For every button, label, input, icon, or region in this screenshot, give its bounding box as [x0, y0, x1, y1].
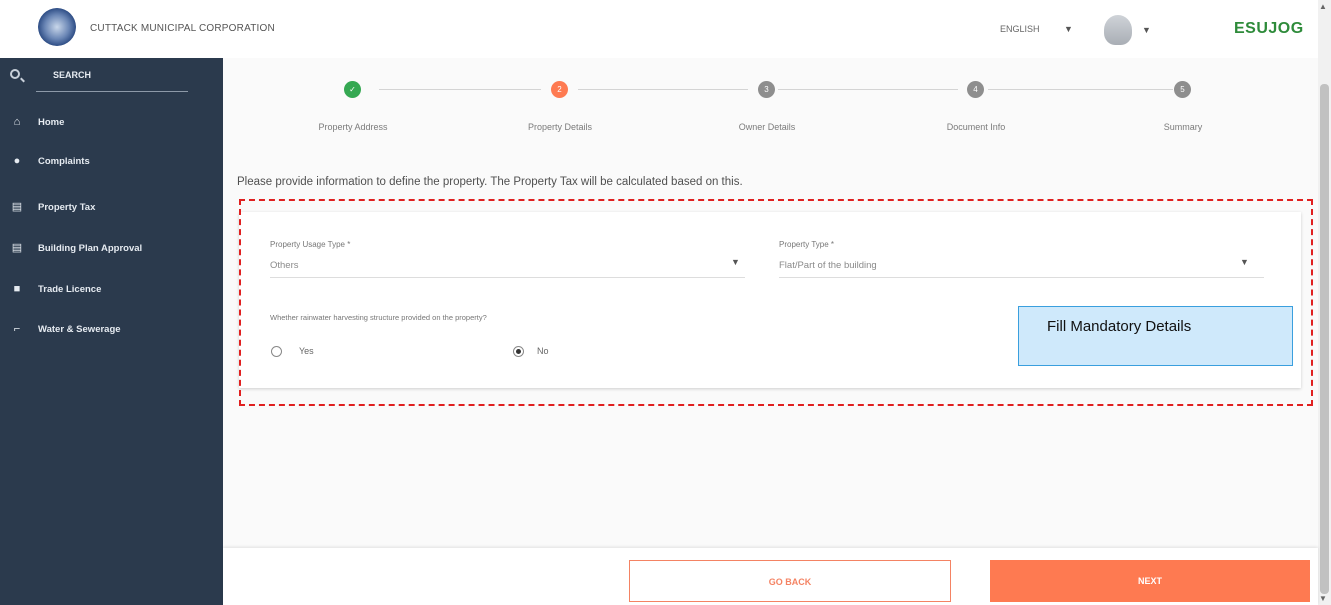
- sidebar-item-building-plan-approval[interactable]: ▤ Building Plan Approval: [0, 234, 223, 262]
- sidebar-item-label: Water & Sewerage: [38, 323, 121, 335]
- document-icon: ▤: [11, 242, 23, 254]
- home-icon: ⌂: [13, 116, 21, 128]
- sidebar-item-property-tax[interactable]: ▤ Property Tax: [0, 193, 223, 221]
- step-indicator: 3: [758, 81, 775, 98]
- sidebar-item-label: Complaints: [38, 155, 90, 167]
- language-selector[interactable]: ENGLISH: [1000, 24, 1040, 34]
- sidebar-item-trade-licence[interactable]: ■ Trade Licence: [0, 275, 223, 303]
- callout-text: Fill Mandatory Details: [1047, 318, 1192, 335]
- main-content: ✓ 2 3 4 5 Property Address Property Deta…: [223, 58, 1318, 605]
- step-connector: [578, 89, 748, 90]
- step-connector: [379, 89, 541, 90]
- scroll-down-arrow-icon[interactable]: ▼: [1319, 594, 1327, 603]
- step-completed-check-icon: ✓: [344, 81, 361, 98]
- next-button[interactable]: NEXT: [990, 560, 1310, 602]
- step-connector: [988, 89, 1173, 90]
- sidebar-item-water-sewerage[interactable]: ⌐ Water & Sewerage: [0, 315, 223, 343]
- search-underline: [36, 91, 188, 92]
- form-instruction: Please provide information to define the…: [237, 176, 743, 188]
- sidebar-item-label: Building Plan Approval: [38, 242, 143, 254]
- search-icon: [10, 69, 20, 79]
- sidebar: SEARCH ⌂ Home ● Complaints ▤ Property Ta…: [0, 58, 223, 605]
- step-label: Property Address: [318, 122, 388, 132]
- footer-actions: GO BACK NEXT: [223, 548, 1318, 605]
- step-connector: [778, 89, 958, 90]
- step-indicator: 4: [967, 81, 984, 98]
- search-label: SEARCH: [53, 70, 92, 80]
- step-label: Property Details: [527, 122, 593, 132]
- step-indicator-active: 2: [551, 81, 568, 98]
- chevron-down-icon[interactable]: ▼: [1142, 25, 1151, 35]
- user-avatar-icon[interactable]: [1104, 15, 1132, 45]
- document-icon: ▤: [11, 201, 23, 213]
- step-label: Summary: [1163, 122, 1203, 132]
- step-label: Document Info: [946, 122, 1006, 132]
- corporation-name: CUTTACK MUNICIPAL CORPORATION: [90, 23, 275, 34]
- chevron-down-icon[interactable]: ▼: [1064, 24, 1073, 34]
- sidebar-item-label: Property Tax: [38, 201, 96, 213]
- person-icon: ●: [13, 155, 21, 167]
- scrollbar-thumb[interactable]: [1320, 84, 1329, 594]
- annotation-callout: Fill Mandatory Details: [1018, 306, 1293, 366]
- corporation-logo-icon: [38, 8, 76, 46]
- sidebar-search[interactable]: SEARCH: [0, 58, 223, 98]
- progress-stepper: ✓ 2 3 4 5 Property Address Property Deta…: [223, 58, 1318, 168]
- go-back-button[interactable]: GO BACK: [629, 560, 951, 602]
- sidebar-item-label: Home: [38, 116, 65, 128]
- brand-name: ESUJOG: [1234, 20, 1304, 37]
- scroll-up-arrow-icon[interactable]: ▲: [1319, 2, 1327, 11]
- sidebar-item-label: Trade Licence: [38, 283, 102, 295]
- briefcase-icon: ■: [13, 283, 21, 295]
- sidebar-item-complaints[interactable]: ● Complaints: [0, 147, 223, 175]
- sidebar-item-home[interactable]: ⌂ Home: [0, 108, 223, 136]
- step-indicator: 5: [1174, 81, 1191, 98]
- annotation-highlight-box: [239, 199, 1313, 406]
- step-label: Owner Details: [738, 122, 796, 132]
- brand-logo: ESUJOG: [1234, 20, 1304, 38]
- top-bar: CUTTACK MUNICIPAL CORPORATION ENGLISH ▼ …: [0, 0, 1318, 58]
- tap-icon: ⌐: [13, 323, 21, 335]
